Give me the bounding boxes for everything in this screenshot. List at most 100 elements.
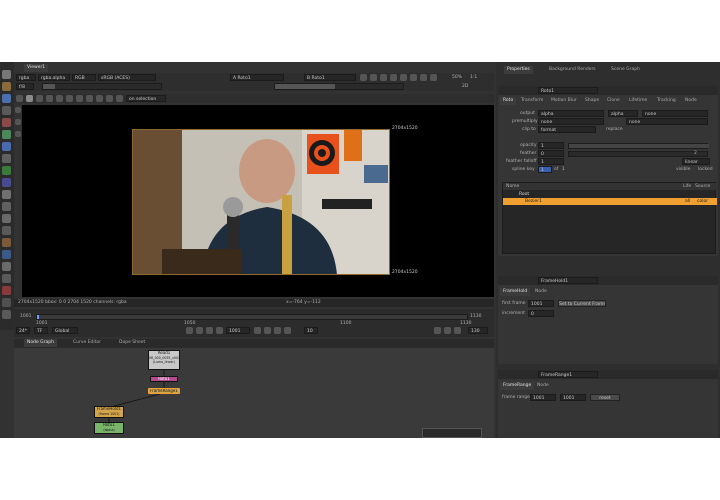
proxy-icon[interactable]	[380, 74, 387, 81]
autokey-icon[interactable]	[76, 95, 83, 102]
next-key-icon[interactable]	[274, 327, 281, 334]
falloff-mode-select[interactable]: linear	[682, 158, 710, 165]
visible-checkbox[interactable]: visible	[676, 166, 690, 173]
framerange-name-field[interactable]: FrameRange1	[538, 371, 598, 378]
output-none[interactable]: none	[642, 110, 708, 117]
cara-icon[interactable]	[2, 298, 11, 307]
node-frame-hold[interactable]: FrameHold1 (frame 1001)	[94, 406, 124, 418]
overlay-icon[interactable]	[96, 95, 103, 102]
timeline-ruler[interactable]	[36, 314, 468, 320]
clip-to-select[interactable]: format	[538, 126, 596, 133]
opacity-slider[interactable]	[568, 143, 709, 149]
keyer-icon[interactable]	[2, 166, 11, 175]
snap-icon[interactable]	[116, 95, 123, 102]
tab-roto[interactable]: Roto	[500, 97, 517, 105]
roi-icon[interactable]	[360, 74, 367, 81]
particles-icon[interactable]	[2, 238, 11, 247]
tab-framehold-node[interactable]: Node	[532, 288, 550, 296]
snapshot-icon[interactable]	[410, 74, 417, 81]
node-roto2[interactable]: Roto1 (alpha)	[94, 422, 124, 434]
cache-icon[interactable]	[454, 327, 461, 334]
replace-checkbox[interactable]: replace	[606, 126, 623, 133]
feather-icon[interactable]	[46, 95, 53, 102]
colorspace-select[interactable]: sRGB (ACES)	[98, 74, 156, 81]
toolsets-icon[interactable]	[2, 262, 11, 271]
tab-motion-blur[interactable]: Motion Blur	[548, 97, 580, 105]
viewer-canvas[interactable]: 2704x1520 2704x1520	[22, 105, 494, 297]
first-frame-field[interactable]: 1001	[528, 300, 554, 307]
metadata-icon[interactable]	[2, 226, 11, 235]
first-frame-icon[interactable]	[186, 327, 193, 334]
color-icon[interactable]	[2, 142, 11, 151]
channel-alpha-select[interactable]: rgba.alpha	[38, 74, 70, 81]
label-icon[interactable]	[66, 95, 73, 102]
output-channel[interactable]: alpha	[608, 110, 638, 117]
tab-properties[interactable]: Properties	[504, 66, 533, 74]
node-frame-range[interactable]: FrameRange1	[148, 388, 180, 394]
tab-background-renders[interactable]: Background Renders	[546, 66, 599, 74]
time-icon[interactable]	[2, 118, 11, 127]
step-field[interactable]: 10	[304, 327, 318, 334]
tf-select[interactable]: TF	[34, 327, 48, 334]
channels-select[interactable]: rgba	[16, 74, 36, 81]
set-current-frame-button[interactable]: Set to Current Frame	[558, 300, 606, 307]
gain-slider[interactable]	[42, 83, 162, 90]
feather-field[interactable]: 0	[538, 150, 564, 157]
camera-icon[interactable]	[430, 74, 437, 81]
furnace-icon[interactable]	[2, 286, 11, 295]
selection-mode-select[interactable]: on selection	[126, 95, 166, 102]
premultiply-select[interactable]: none	[538, 118, 604, 125]
tab-node[interactable]: Node	[682, 97, 700, 105]
bezier-icon[interactable]	[26, 95, 33, 102]
hide-icon[interactable]	[106, 95, 113, 102]
framehold-name-field[interactable]: FrameHold1	[538, 277, 598, 284]
premultiply-channel[interactable]: none	[626, 118, 708, 125]
draw-icon[interactable]	[2, 106, 11, 115]
3d-icon[interactable]	[2, 202, 11, 211]
input-b-select[interactable]: B Roto1	[304, 74, 356, 81]
fps-field[interactable]: 24*	[16, 327, 30, 334]
tab-framehold[interactable]: FrameHold	[500, 288, 531, 296]
roto-name-field[interactable]: Roto1	[538, 87, 598, 94]
pixel-ratio[interactable]: 1:1	[470, 74, 477, 81]
ripple-icon[interactable]	[86, 95, 93, 102]
node-roto[interactable]: Roto1	[150, 376, 178, 382]
other-icon[interactable]	[2, 274, 11, 283]
tab-dope-sheet[interactable]: Dope Sheet	[116, 339, 148, 347]
mini-map[interactable]	[422, 428, 482, 438]
views-icon[interactable]	[2, 214, 11, 223]
ghost-icon[interactable]	[400, 74, 407, 81]
shape-row-bezier[interactable]: Bezier1 all color	[503, 198, 717, 205]
tab-viewer[interactable]: Viewer1	[24, 64, 49, 72]
select-tool-icon[interactable]	[15, 107, 21, 113]
feather-falloff-field[interactable]: 1	[538, 158, 564, 165]
play-icon[interactable]	[264, 327, 271, 334]
image-icon[interactable]	[2, 94, 11, 103]
play-back-icon[interactable]	[206, 327, 213, 334]
display-mode-select[interactable]: RGB	[72, 74, 96, 81]
select-icon[interactable]	[16, 95, 23, 102]
zoom-level[interactable]: 50%	[452, 74, 462, 81]
tab-tracking[interactable]: Tracking	[654, 97, 679, 105]
gamma-slider[interactable]	[274, 83, 404, 90]
tab-curve-editor[interactable]: Curve Editor	[70, 339, 104, 347]
merge-icon[interactable]	[2, 178, 11, 187]
shape-row-root[interactable]: Root	[503, 191, 717, 198]
flipbook-icon[interactable]	[444, 327, 451, 334]
tab-framerange[interactable]: FrameRange	[500, 382, 535, 390]
node-read[interactable]: Read1 08_000_0035_v001_1001.exr (Luma_li…	[148, 350, 180, 370]
deep-icon[interactable]	[2, 250, 11, 259]
tab-shape[interactable]: Shape	[582, 97, 602, 105]
points-icon[interactable]	[36, 95, 43, 102]
output-select[interactable]: alpha	[538, 110, 604, 117]
tab-clone[interactable]: Clone	[604, 97, 623, 105]
frame-range-from[interactable]: 1001	[530, 394, 556, 401]
frame-stop-field[interactable]: f/8	[16, 83, 34, 90]
frame-range-to[interactable]: 1001	[560, 394, 586, 401]
input-a-select[interactable]: A Roto1	[230, 74, 284, 81]
current-frame-field[interactable]: 1001	[226, 327, 250, 334]
link-icon[interactable]	[56, 95, 63, 102]
last-frame-icon[interactable]	[284, 327, 291, 334]
cube-icon[interactable]	[420, 74, 427, 81]
scope-select[interactable]: Global	[52, 327, 78, 334]
